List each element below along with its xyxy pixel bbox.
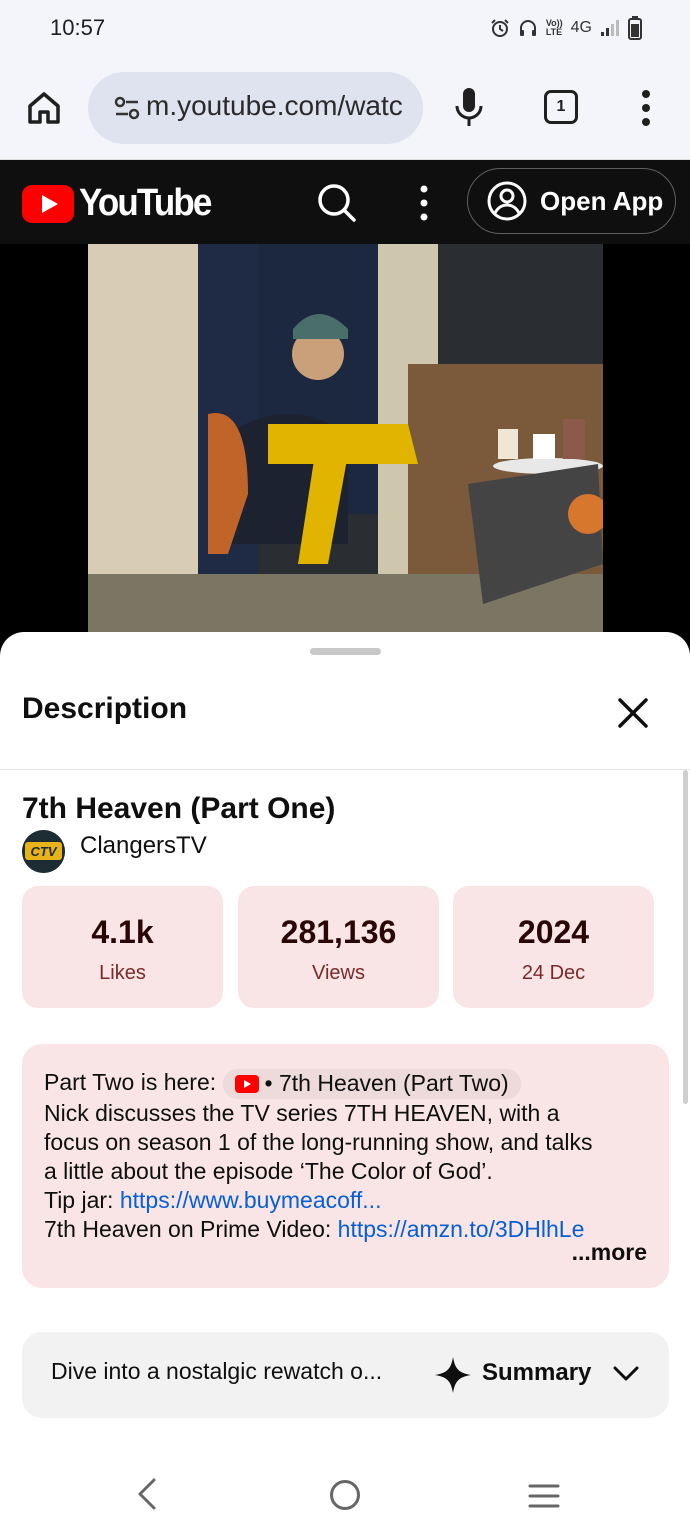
home-icon[interactable] bbox=[24, 88, 64, 128]
part-two-chip-label: • 7th Heaven (Part Two) bbox=[264, 1070, 509, 1097]
youtube-play-icon bbox=[234, 1074, 259, 1093]
close-icon[interactable] bbox=[614, 694, 652, 732]
scrollbar[interactable] bbox=[683, 770, 688, 1104]
microphone-icon[interactable] bbox=[452, 86, 486, 128]
chevron-down-icon[interactable] bbox=[612, 1364, 640, 1384]
views-card: 281,136 Views bbox=[238, 886, 439, 1008]
channel-avatar[interactable]: CTV bbox=[22, 830, 65, 873]
part-two-line: Part Two is here: • 7th Heaven (Part Two… bbox=[44, 1068, 647, 1099]
likes-value: 4.1k bbox=[91, 914, 154, 950]
search-icon[interactable] bbox=[316, 182, 358, 224]
more-options-icon[interactable] bbox=[636, 88, 656, 128]
url-bar[interactable]: m.youtube.com/watc bbox=[88, 72, 423, 144]
network-type: 4G bbox=[570, 19, 592, 36]
views-label: Views bbox=[312, 962, 365, 984]
status-time: 10:57 bbox=[50, 15, 106, 40]
site-settings-icon[interactable] bbox=[114, 95, 140, 121]
status-icons: Vo)) LTE 4G bbox=[490, 16, 642, 40]
year-value: 2024 bbox=[517, 914, 590, 950]
alarm-icon bbox=[491, 19, 509, 37]
views-value: 281,136 bbox=[280, 914, 397, 950]
youtube-play-icon bbox=[22, 184, 74, 223]
date-label: 24 Dec bbox=[521, 962, 586, 984]
tab-switcher-button[interactable]: 1 bbox=[544, 90, 578, 124]
status-bar: 10:57 Vo)) LTE 4G bbox=[0, 0, 690, 58]
recent-apps-icon[interactable] bbox=[528, 1483, 560, 1509]
signal-icon bbox=[601, 20, 619, 36]
home-nav-icon[interactable] bbox=[330, 1480, 360, 1510]
more-button[interactable]: ...more bbox=[572, 1238, 647, 1267]
video-title: 7th Heaven (Part One) bbox=[22, 792, 336, 825]
date-card: 2024 24 Dec bbox=[453, 886, 654, 1008]
description-line: Nick discusses the TV series 7TH HEAVEN,… bbox=[44, 1099, 560, 1126]
description-sheet: Description 7th Heaven (Part One) CTV Cl… bbox=[0, 632, 690, 1533]
summary-preview: Dive into a nostalgic rewatch o... bbox=[51, 1358, 383, 1384]
video-thumbnail bbox=[88, 244, 603, 644]
prime-video-link[interactable]: https://amzn.to/3DHlhLe bbox=[338, 1216, 585, 1242]
browser-toolbar: m.youtube.com/watc 1 bbox=[0, 58, 690, 160]
url-text[interactable]: m.youtube.com/watc bbox=[146, 90, 416, 122]
open-app-button[interactable]: Open App bbox=[467, 168, 676, 234]
divider bbox=[0, 769, 690, 770]
drag-handle[interactable] bbox=[310, 648, 381, 655]
sparkle-icon bbox=[435, 1357, 471, 1393]
tip-jar-line: Tip jar: https://www.buymeacoff... bbox=[44, 1186, 382, 1213]
back-icon[interactable] bbox=[130, 1476, 162, 1512]
youtube-header: YouTube Open App bbox=[0, 160, 690, 244]
svg-text:CTV: CTV bbox=[31, 844, 58, 859]
tab-count: 1 bbox=[556, 98, 566, 115]
summary-label: Summary bbox=[482, 1359, 592, 1386]
youtube-logo-text: YouTube bbox=[79, 182, 212, 224]
open-app-label: Open App bbox=[540, 185, 664, 216]
sheet-title: Description bbox=[22, 692, 188, 725]
account-icon bbox=[487, 181, 527, 221]
volte-icon: Vo)) LTE bbox=[545, 18, 563, 37]
summary-bar[interactable]: Dive into a nostalgic rewatch o... Summa… bbox=[22, 1332, 669, 1418]
battery-icon bbox=[628, 16, 642, 40]
likes-card: 4.1k Likes bbox=[22, 886, 223, 1008]
part-two-chip[interactable]: • 7th Heaven (Part Two) bbox=[222, 1068, 521, 1099]
youtube-logo[interactable]: YouTube bbox=[22, 182, 222, 225]
more-vert-icon[interactable] bbox=[414, 184, 434, 222]
description-box[interactable]: Part Two is here: • 7th Heaven (Part Two… bbox=[22, 1044, 669, 1288]
channel-name[interactable]: ClangersTV bbox=[80, 832, 207, 860]
description-line: a little about the episode ‘The Color of… bbox=[44, 1157, 493, 1184]
headphones-icon bbox=[519, 20, 536, 36]
description-line: focus on season 1 of the long-running sh… bbox=[44, 1128, 593, 1155]
likes-label: Likes bbox=[99, 962, 146, 984]
video-player[interactable] bbox=[0, 244, 690, 644]
prime-video-line: 7th Heaven on Prime Video: https://amzn.… bbox=[44, 1215, 585, 1242]
tip-jar-link[interactable]: https://www.buymeacoff... bbox=[120, 1187, 382, 1213]
